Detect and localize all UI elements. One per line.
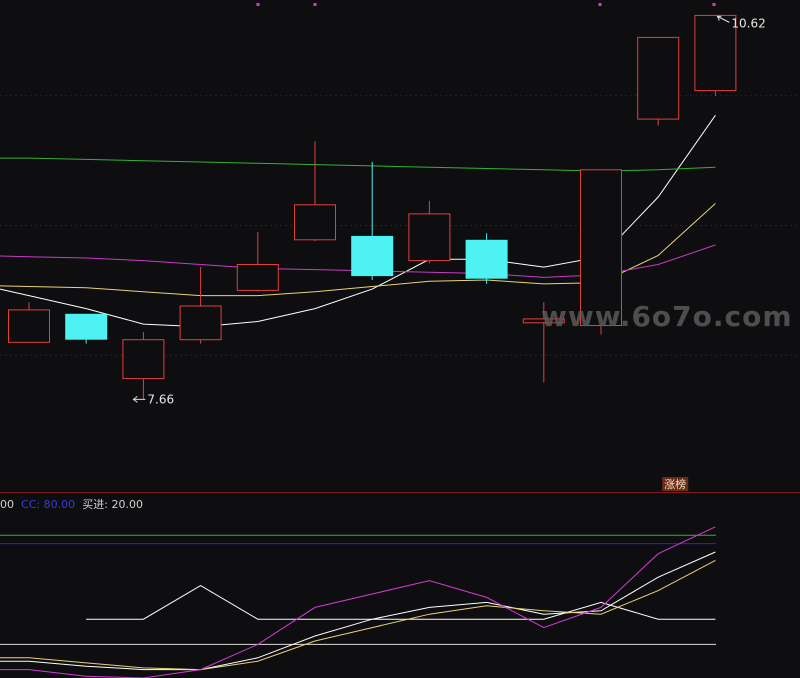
candle-body-0 [8,309,50,343]
candle-body-3 [179,305,222,341]
legend: 00 CC: 80.00 买进: 20.00 [0,493,143,511]
legend-item-0: 00 [0,498,14,511]
annotation-high-label: 10.62 [731,16,765,30]
chart-root: 10.62 7.66 涨榜 00 CC: 80.00 买进: 20.00 www.6… [0,0,800,678]
candle-body-7 [408,213,451,262]
chart-svg: 10.62 7.66 涨榜 [0,3,800,678]
top-marker-2 [598,3,602,6]
indicator-series-2-0 [0,559,716,671]
annotation-low-label: 7.66 [147,392,174,406]
badge-label: 涨榜 [664,477,686,491]
candle-body-6 [351,235,394,277]
legend-item-buy: 买进: 20.00 [82,498,143,511]
candle-body-5 [294,204,336,241]
candle-body-11 [637,36,680,120]
legend-item-cc: CC: 80.00 [21,498,76,511]
indicator-series-3-0 [0,526,716,678]
top-marker-1 [313,3,317,6]
top-marker-3 [712,3,716,6]
ma-line-3 [0,157,716,172]
candle-body-1 [65,313,108,340]
candle-body-8 [465,239,508,279]
indicator-series-0-0 [86,585,716,620]
watermark: www.6o7o.com [541,300,793,333]
candle-body-2 [122,339,165,380]
candle-body-12 [694,14,737,92]
candle-body-4 [236,264,279,291]
top-marker-0 [256,3,260,6]
